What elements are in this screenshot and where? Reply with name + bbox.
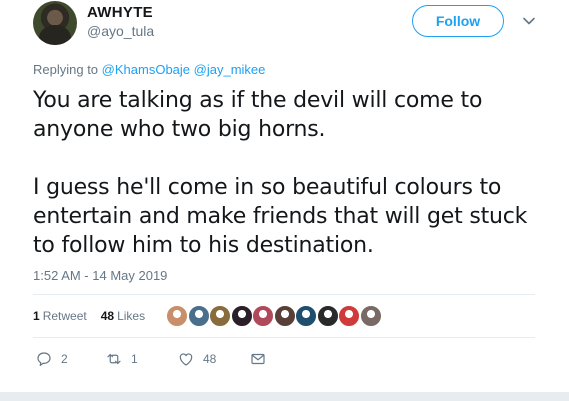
tweet-line: I guess he'll come in so beautiful colou… bbox=[33, 175, 502, 200]
author-handle[interactable]: @ayo_tula bbox=[87, 23, 154, 39]
retweet-stat-label: Retweet bbox=[42, 309, 87, 323]
liker-avatar[interactable] bbox=[295, 305, 317, 327]
retweet-stat[interactable]: 1 Retweet bbox=[33, 309, 87, 323]
tweet-paragraph: I guess he'll come in so beautiful colou… bbox=[33, 173, 553, 260]
author-display-name[interactable]: AWHYTE bbox=[87, 4, 153, 21]
liker-avatar[interactable] bbox=[273, 305, 296, 327]
tweet-line: entertain and make friends that will get… bbox=[33, 204, 528, 229]
retweet-icon bbox=[107, 353, 121, 365]
tweet-text: You are talking as if the devil will com… bbox=[33, 86, 553, 260]
likes-stat[interactable]: 48 Likes bbox=[101, 309, 145, 323]
bottom-divider-bar bbox=[0, 392, 569, 401]
likes-stat-count: 48 bbox=[100, 309, 115, 323]
replying-to-line: Replying to @KhamsObaje @jay_mikee bbox=[33, 62, 265, 77]
divider bbox=[33, 337, 535, 338]
liker-avatar[interactable] bbox=[252, 305, 274, 327]
heart-icon bbox=[179, 353, 193, 366]
liker-avatar[interactable] bbox=[187, 305, 210, 327]
replying-to-label: Replying to bbox=[33, 62, 99, 77]
like-count: 48 bbox=[203, 352, 217, 366]
likes-stat-label: Likes bbox=[117, 309, 146, 323]
liker-avatar[interactable] bbox=[209, 305, 231, 327]
follow-button[interactable]: Follow bbox=[412, 5, 504, 37]
author-avatar[interactable] bbox=[33, 1, 77, 45]
tweet-card: AWHYTE @ayo_tula Follow Replying to @Kha… bbox=[0, 0, 569, 401]
reply-icon bbox=[37, 352, 51, 366]
reply-count: 2 bbox=[61, 352, 68, 366]
liker-avatar[interactable] bbox=[359, 305, 382, 327]
reply-action[interactable]: 2 bbox=[35, 350, 68, 368]
liker-avatar[interactable] bbox=[230, 305, 253, 327]
tweet-line: You are talking as if the devil will com… bbox=[33, 88, 483, 113]
retweet-action[interactable]: 1 bbox=[105, 350, 138, 368]
liker-avatar[interactable] bbox=[338, 305, 360, 327]
retweet-count: 1 bbox=[131, 352, 138, 366]
tweet-paragraph: You are talking as if the devil will com… bbox=[33, 86, 553, 144]
mention-link[interactable]: @jay_mikee bbox=[194, 62, 266, 77]
direct-message-action[interactable] bbox=[249, 350, 267, 368]
retweet-stat-count: 1 bbox=[33, 309, 40, 323]
tweet-line: anyone who two big horns. bbox=[33, 117, 326, 142]
tweet-timestamp[interactable]: 1:52 AM - 14 May 2019 bbox=[33, 268, 167, 283]
divider bbox=[33, 294, 535, 295]
chevron-down-icon[interactable] bbox=[522, 14, 536, 28]
liker-avatar[interactable] bbox=[316, 305, 339, 327]
liker-avatar[interactable] bbox=[166, 305, 188, 327]
envelope-icon bbox=[251, 353, 265, 365]
mention-link[interactable]: @KhamsObaje bbox=[102, 62, 190, 77]
like-action[interactable]: 48 bbox=[177, 350, 216, 368]
tweet-stats: 1 Retweet 48 Likes bbox=[33, 309, 145, 323]
tweet-line: to follow him to his destination. bbox=[33, 233, 374, 258]
